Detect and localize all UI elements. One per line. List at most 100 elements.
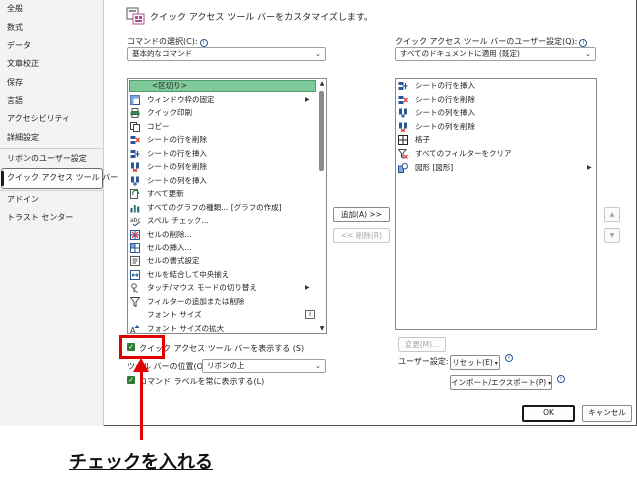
chevron-down-icon: ▾ bbox=[548, 380, 552, 387]
list-item-label: セルの書式設定 bbox=[147, 256, 200, 266]
modify-button[interactable]: 変更(M)... bbox=[398, 337, 446, 352]
refresh-all-icon bbox=[130, 189, 140, 200]
info-icon: i bbox=[199, 39, 208, 47]
nav-item-accessibility[interactable]: アクセシビリティ bbox=[7, 112, 70, 126]
chevron-down-icon: ⌄ bbox=[585, 50, 591, 58]
list-item-label: コピー bbox=[147, 121, 170, 131]
touch-mouse-icon bbox=[131, 283, 138, 294]
freeze-panes-icon bbox=[130, 95, 140, 105]
list-item-label: すべてのグラフの種類... [グラフの作成] bbox=[147, 202, 282, 212]
customize-qat-select[interactable]: すべてのドキュメントに適用 (既定) ⌄ bbox=[395, 47, 596, 61]
list-item-label: シートの行を削除 bbox=[147, 135, 207, 145]
grid-border-icon bbox=[398, 135, 408, 146]
svg-text:A: A bbox=[130, 326, 136, 334]
remove-button[interactable]: << 削除(R) bbox=[333, 228, 390, 243]
always-show-labels-label: コマンド ラベルを常に表示する(L) bbox=[139, 377, 265, 386]
insert-cells-icon bbox=[130, 242, 140, 253]
nav-item-trust-center[interactable]: トラスト センター bbox=[7, 211, 73, 225]
shapes-icon bbox=[398, 162, 408, 173]
always-show-labels-checkbox[interactable]: ✓ bbox=[127, 376, 135, 384]
nav-item-formulas[interactable]: 数式 bbox=[7, 21, 23, 35]
list-item-label: フィルターの追加または削除 bbox=[147, 296, 245, 306]
delete-cells-icon bbox=[130, 229, 140, 240]
list-item-label: タッチ/マウス モードの切り替え bbox=[147, 283, 257, 293]
options-nav: 全般 数式 データ 文章校正 保存 言語 アクセシビリティ 詳細設定 リボンのユ… bbox=[0, 0, 118, 426]
list-item-label: 格子 bbox=[415, 135, 430, 145]
options-dialog: 全般 数式 データ 文章校正 保存 言語 アクセシビリティ 詳細設定 リボンのユ… bbox=[0, 0, 637, 426]
copy-icon bbox=[130, 121, 140, 132]
list-item-label: 図形 [図形] bbox=[415, 162, 454, 172]
info-icon: i bbox=[579, 39, 588, 47]
scroll-thumb[interactable] bbox=[319, 91, 324, 171]
nav-active-indicator bbox=[1, 171, 4, 186]
delete-column-icon bbox=[131, 162, 139, 173]
list-item-label: クイック印刷 bbox=[147, 108, 192, 118]
available-commands-list[interactable]: <区切り> ▲ ▼ ウィンドウ枠の固定 ▶ クイック印刷 コピーシートの行を削除 シート… bbox=[127, 78, 327, 334]
list-item-label: セルの削除... bbox=[147, 229, 192, 239]
nav-item-addins[interactable]: アドイン bbox=[7, 193, 39, 207]
chevron-down-icon: ⌄ bbox=[315, 50, 321, 58]
quick-print-icon bbox=[130, 108, 140, 119]
qat-customize-icon bbox=[126, 7, 145, 25]
list-item-label: セルを結合して中央揃え bbox=[147, 269, 230, 279]
move-down-button[interactable]: ▼ bbox=[604, 228, 620, 243]
import-export-button[interactable]: インポート/エクスポート(P) ▾ bbox=[450, 375, 552, 390]
clear-filter-icon bbox=[398, 149, 408, 159]
list-item-label: フォント サイズの拡大 bbox=[147, 323, 225, 333]
delete-row-icon bbox=[130, 136, 140, 145]
submenu-arrow-icon: ▶ bbox=[305, 96, 310, 103]
list-item-label: シートの行を削除 bbox=[415, 94, 475, 104]
separator-list-item[interactable]: <区切り> bbox=[129, 80, 316, 92]
font-size-icon bbox=[130, 310, 140, 320]
highlight-box bbox=[119, 335, 165, 359]
nav-item-advanced[interactable]: 詳細設定 bbox=[7, 131, 39, 145]
cancel-button[interactable]: キャンセル bbox=[582, 405, 632, 422]
list-item-label: シートの行を挿入 bbox=[415, 81, 475, 90]
submenu-arrow-icon: ▶ bbox=[305, 284, 310, 292]
ok-button[interactable]: OK bbox=[522, 405, 575, 422]
nav-divider bbox=[0, 190, 104, 191]
scroll-up-icon[interactable]: ▲ bbox=[318, 80, 326, 88]
nav-item-general[interactable]: 全般 bbox=[7, 2, 23, 16]
move-up-button[interactable]: ▲ bbox=[604, 207, 620, 222]
nav-item-customize-ribbon[interactable]: リボンのユーザー設定 bbox=[7, 152, 87, 166]
nav-item-data[interactable]: データ bbox=[7, 39, 31, 53]
page-title: クイック アクセス ツール バーをカスタマイズします。 bbox=[150, 13, 373, 23]
add-button[interactable]: 追加(A) >> bbox=[333, 207, 390, 222]
nav-item-language[interactable]: 言語 bbox=[7, 94, 23, 108]
annotation-text: チェックを入れる bbox=[69, 452, 213, 473]
insert-column-icon bbox=[399, 108, 407, 118]
list-item-label: スペル チェック... bbox=[147, 216, 209, 226]
nav-item-save[interactable]: 保存 bbox=[7, 76, 23, 90]
submenu-arrow-icon: ▶ bbox=[587, 163, 592, 171]
reset-button[interactable]: リセット(E) ▾ bbox=[450, 355, 500, 370]
filter-icon bbox=[130, 296, 140, 307]
annotation-arrow-shaft bbox=[140, 362, 143, 440]
qat-commands-list[interactable]: シートの行を挿入 シートの行を削除 シートの列を挿入 シートの列を削除 格子 すべてのフィ… bbox=[395, 78, 597, 330]
combo-glyph-icon: I bbox=[305, 310, 315, 320]
choose-commands-select[interactable]: 基本的なコマンド ⌄ bbox=[127, 47, 326, 61]
list-item-label: ウィンドウ枠の固定 bbox=[147, 95, 215, 104]
toolbar-position-select[interactable]: リボンの上 ⌄ bbox=[202, 359, 326, 373]
choose-commands-label: コマンドの選択(C): i bbox=[127, 36, 208, 47]
list-item-label: シートの列を挿入 bbox=[415, 108, 475, 118]
nav-item-proofing[interactable]: 文章校正 bbox=[7, 57, 39, 71]
chart-icon bbox=[130, 204, 140, 213]
list-scrollbar[interactable]: ▲ ▼ bbox=[318, 80, 326, 333]
insert-row-icon bbox=[130, 149, 140, 158]
merge-center-icon bbox=[130, 269, 140, 280]
list-item-label: シートの行を挿入 bbox=[147, 148, 207, 158]
font-grow-icon: A bbox=[130, 324, 140, 334]
list-item-label: すべて更新 bbox=[147, 189, 184, 199]
scroll-down-icon[interactable]: ▼ bbox=[318, 325, 326, 333]
list-item-label: フォント サイズ bbox=[147, 310, 202, 320]
chevron-down-icon: ▾ bbox=[494, 360, 498, 367]
info-icon: i bbox=[505, 354, 513, 362]
delete-column-icon bbox=[399, 122, 407, 132]
nav-item-quick-access-toolbar[interactable]: クイック アクセス ツール バー bbox=[7, 171, 118, 185]
list-item-label: すべてのフィルターをクリア bbox=[415, 149, 512, 158]
chevron-down-icon: ⌄ bbox=[315, 362, 321, 370]
insert-column-icon bbox=[131, 176, 139, 186]
user-settings-label: ユーザー設定: bbox=[398, 357, 449, 366]
info-icon: i bbox=[557, 375, 565, 383]
